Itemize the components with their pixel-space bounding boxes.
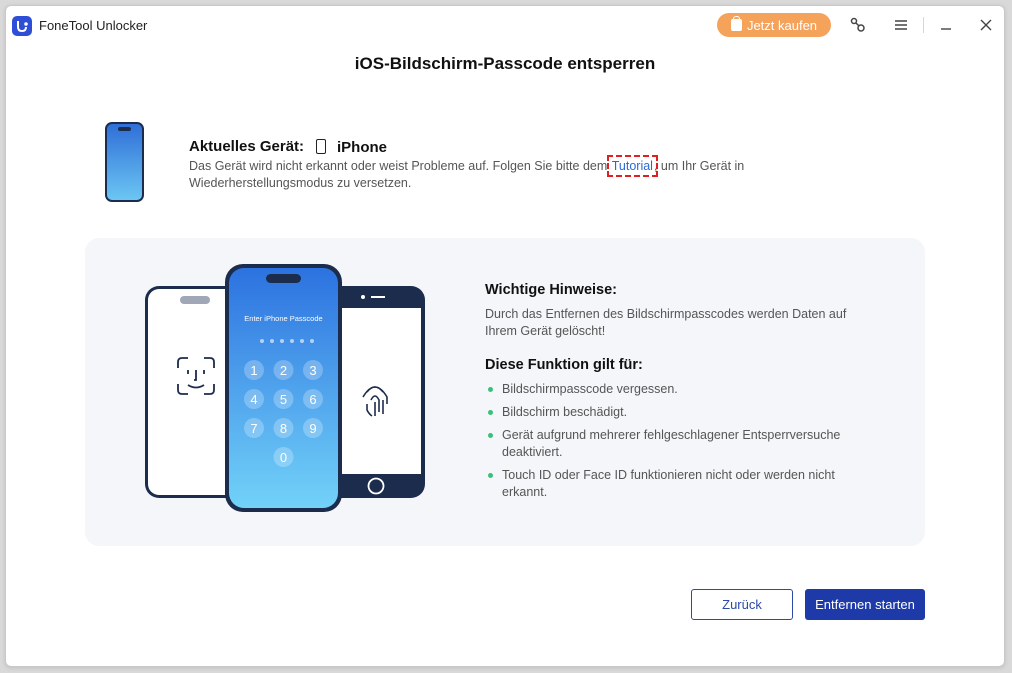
phone-icon	[316, 139, 326, 154]
key-6: 6	[309, 392, 316, 407]
current-device-label: Aktuelles Gerät:	[189, 138, 305, 155]
notes: Wichtige Hinweise: Durch das Entfernen d…	[485, 282, 875, 507]
device-phone-icon	[105, 122, 144, 202]
key-9: 9	[309, 421, 316, 436]
start-removal-button[interactable]: Entfernen starten	[805, 589, 925, 620]
app-logo-icon	[12, 16, 32, 36]
key-8: 8	[280, 421, 287, 436]
important-text: Durch das Entfernen des Bildschirmpassco…	[485, 307, 847, 338]
applies-list: Bildschirmpasscode vergessen. Bildschirm…	[485, 381, 875, 501]
key-5: 5	[280, 392, 287, 407]
key-4: 4	[250, 392, 257, 407]
key-icon[interactable]	[848, 15, 868, 35]
tutorial-link[interactable]: Tutorial	[606, 155, 658, 177]
page-title: iOS-Bildschirm-Passcode entsperren	[354, 54, 656, 73]
buy-now-button[interactable]: Jetzt kaufen	[717, 13, 831, 37]
key-1: 1	[250, 363, 257, 378]
menu-icon[interactable]	[891, 15, 911, 35]
back-button[interactable]: Zurück	[691, 589, 793, 620]
info-panel: Enter iPhone Passcode 1 2 3 4 5 6 7 8 9 …	[85, 238, 925, 546]
device-name: iPhone	[337, 139, 388, 156]
key-3: 3	[309, 363, 316, 378]
minimize-icon[interactable]	[936, 15, 956, 35]
app-window: FoneTool Unlocker Jetzt kaufen iOS-Bilds…	[5, 5, 1005, 667]
title-bar: FoneTool Unlocker Jetzt kaufen	[6, 6, 1004, 46]
important-title: Wichtige Hinweise:	[485, 282, 618, 298]
buy-now-label: Jetzt kaufen	[746, 17, 818, 33]
shopping-bag-icon	[730, 16, 742, 31]
phones-illustration: Enter iPhone Passcode 1 2 3 4 5 6 7 8 9 …	[145, 264, 425, 512]
device-message: Das Gerät wird nicht erkannt oder weist …	[189, 155, 799, 192]
list-item: Bildschirm beschädigt.	[485, 404, 875, 421]
device-message-text: Das Gerät wird nicht erkannt oder weist …	[189, 159, 611, 173]
app-title: FoneTool Unlocker	[39, 18, 148, 33]
list-item: Touch ID oder Face ID funktionieren nich…	[485, 467, 875, 501]
key-2: 2	[280, 363, 287, 378]
list-item: Gerät aufgrund mehrerer fehlgeschlagener…	[485, 427, 875, 461]
list-item: Bildschirmpasscode vergessen.	[485, 381, 875, 398]
key-7: 7	[250, 421, 257, 436]
title-bar-divider	[923, 17, 924, 33]
key-0: 0	[280, 450, 287, 465]
passcode-prompt: Enter iPhone Passcode	[244, 314, 322, 323]
applies-title: Diese Funktion gilt für:	[485, 357, 643, 373]
close-icon[interactable]	[976, 15, 996, 35]
